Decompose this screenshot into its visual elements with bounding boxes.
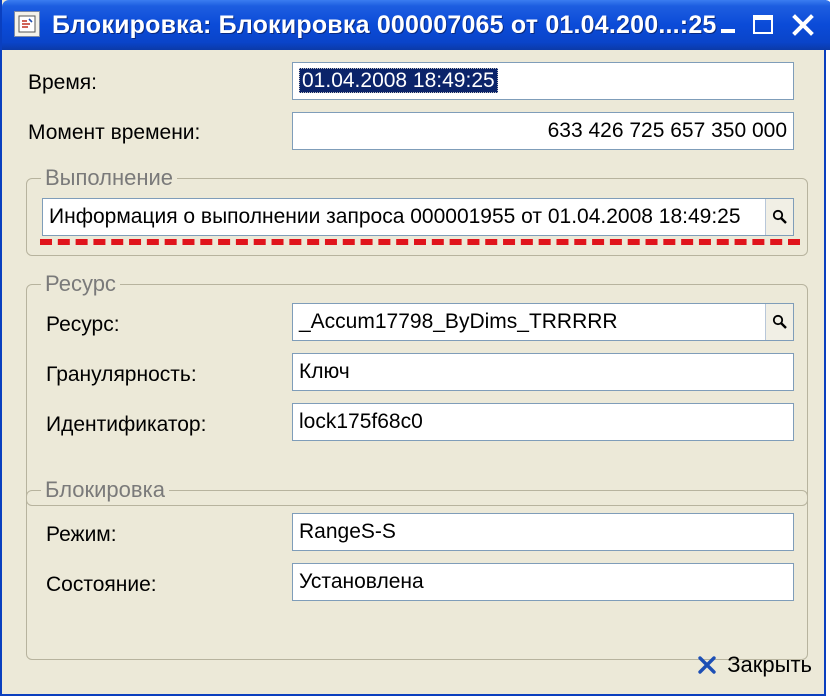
- resource-label: Ресурс:: [46, 313, 120, 336]
- close-button[interactable]: Закрыть: [697, 648, 812, 682]
- dialog-content: Время: 01.04.2008 18:49:25 Момент времен…: [2, 50, 828, 696]
- resource-group-title: Ресурс: [41, 270, 120, 298]
- close-button-label: Закрыть: [727, 652, 812, 677]
- granularity-field[interactable]: Ключ: [292, 353, 794, 391]
- lock-group-title: Блокировка: [41, 476, 169, 504]
- minimize-button[interactable]: [714, 10, 744, 40]
- moment-field[interactable]: 633 426 725 657 350 000: [292, 112, 794, 150]
- close-window-button[interactable]: [788, 10, 818, 40]
- close-x-icon: [698, 656, 716, 674]
- resource-value: _Accum17798_ByDims_TRRRRR: [299, 310, 618, 333]
- identifier-field[interactable]: lock175f68c0: [292, 403, 794, 441]
- maximize-button[interactable]: [748, 10, 778, 40]
- mode-field[interactable]: RangeS-S: [292, 513, 794, 551]
- time-value: 01.04.2008 18:49:25: [299, 68, 498, 93]
- minimize-icon: [721, 29, 735, 33]
- execution-group-title: Выполнение: [41, 164, 178, 192]
- search-icon: [772, 314, 787, 329]
- time-label: Время:: [28, 71, 98, 94]
- resource-field[interactable]: _Accum17798_ByDims_TRRRRR: [292, 303, 794, 341]
- identifier-label: Идентификатор:: [46, 413, 207, 436]
- form-icon[interactable]: [14, 11, 40, 37]
- state-label: Состояние:: [46, 573, 157, 596]
- close-icon: [792, 14, 814, 36]
- title-bar[interactable]: Блокировка: Блокировка 000007065 от 01.0…: [2, 0, 830, 50]
- execution-field[interactable]: Информация о выполнении запроса 00000195…: [42, 198, 794, 236]
- execution-value: Информация о выполнении запроса 00000195…: [49, 205, 741, 228]
- time-field[interactable]: 01.04.2008 18:49:25: [292, 62, 794, 100]
- moment-label: Момент времени:: [28, 121, 201, 144]
- resource-search-button[interactable]: [765, 304, 793, 340]
- state-field[interactable]: Установлена: [292, 563, 794, 601]
- dialog-window: Блокировка: Блокировка 000007065 от 01.0…: [0, 0, 830, 696]
- maximize-icon: [753, 15, 773, 34]
- search-icon: [772, 209, 787, 224]
- red-dashed-underline: [40, 239, 800, 245]
- mode-label: Режим:: [46, 523, 117, 546]
- window-title: Блокировка: Блокировка 000007065 от 01.0…: [52, 11, 717, 39]
- granularity-label: Гранулярность:: [46, 363, 197, 386]
- execution-search-button[interactable]: [765, 199, 793, 235]
